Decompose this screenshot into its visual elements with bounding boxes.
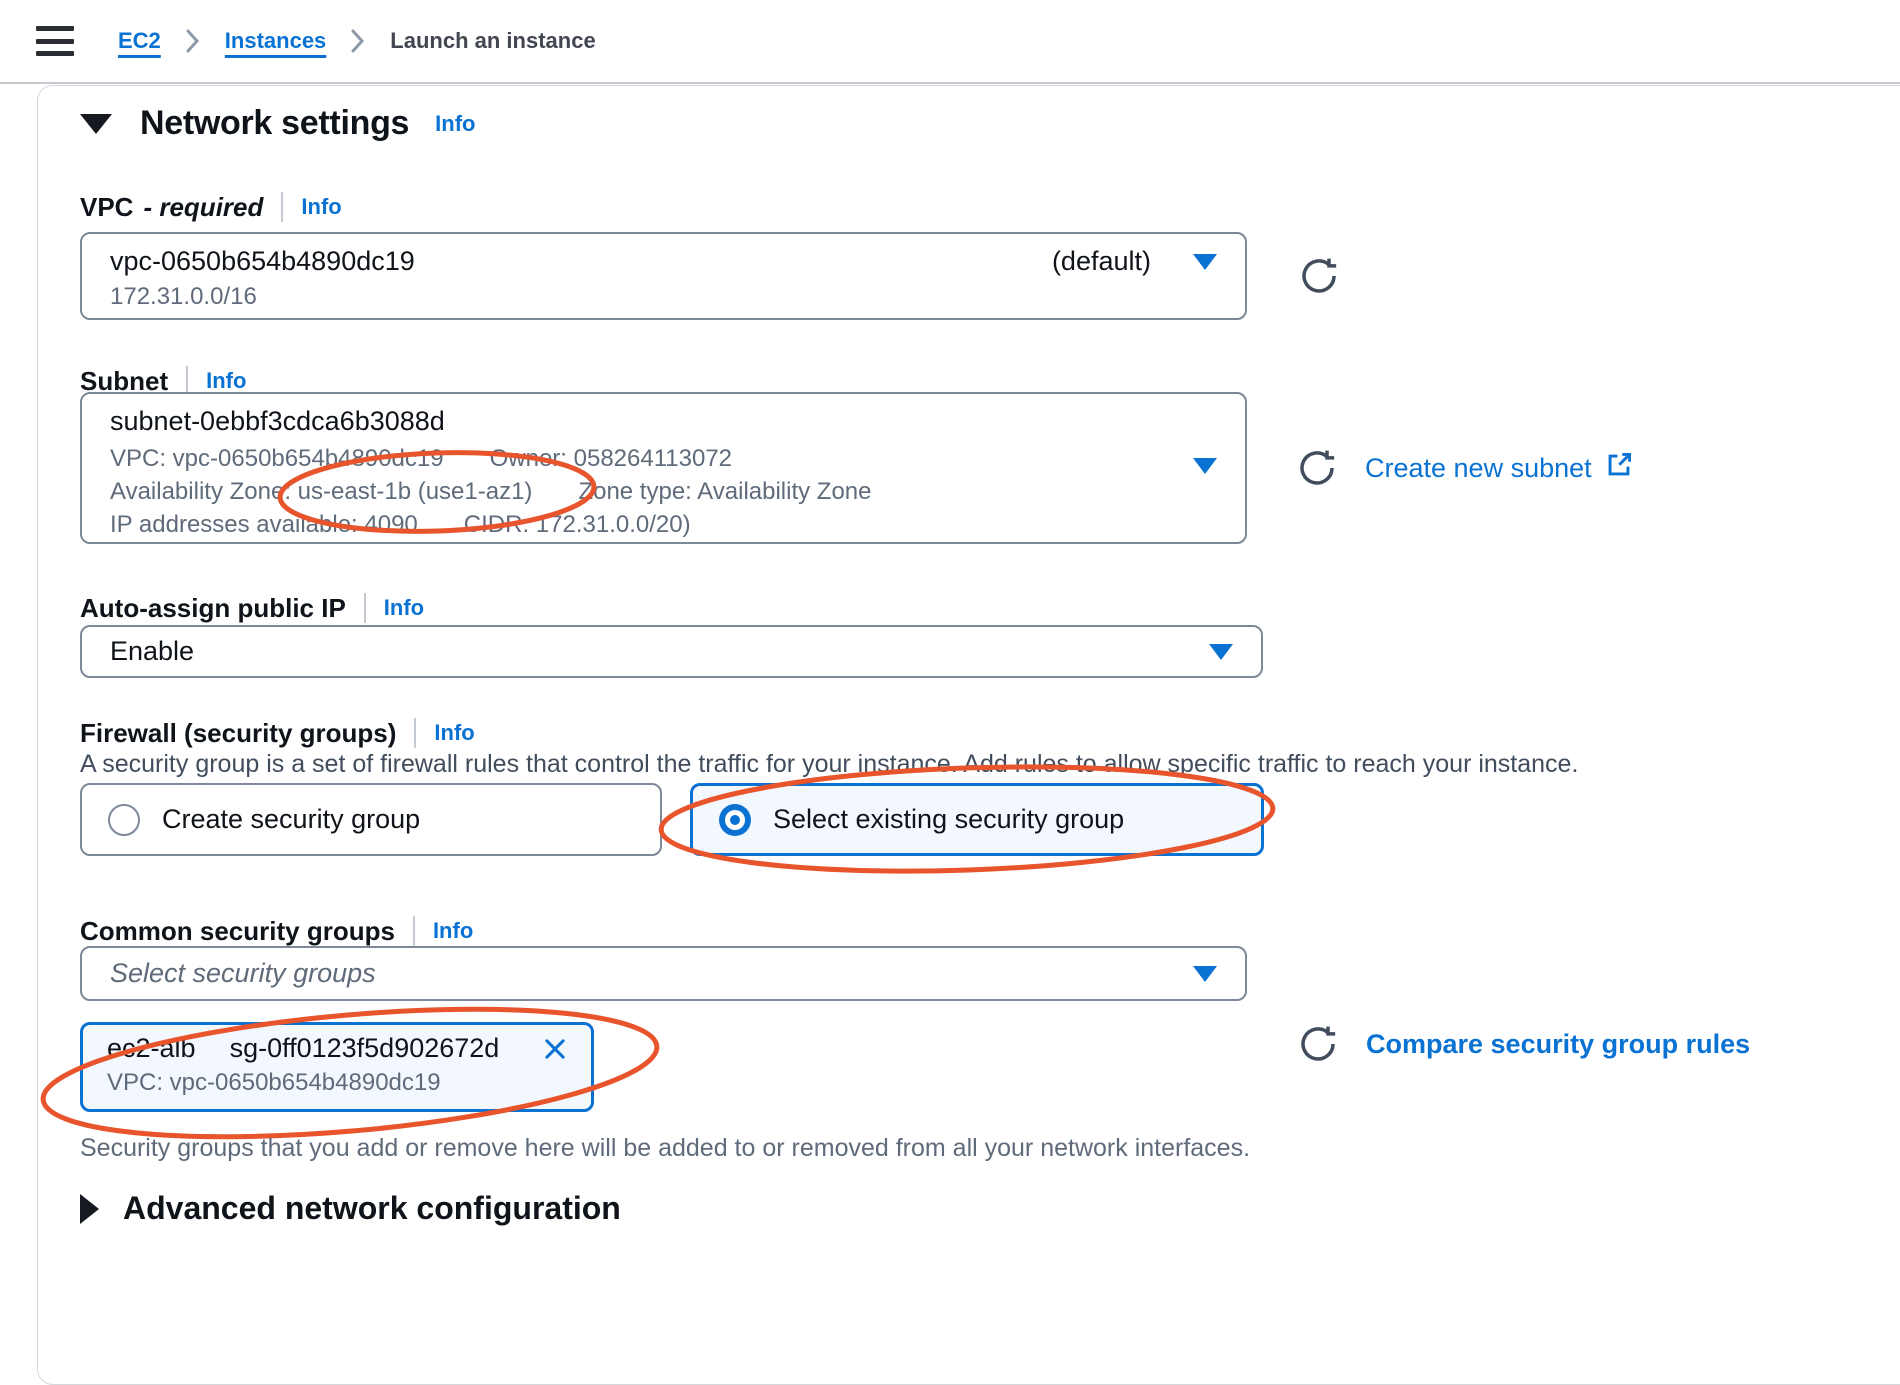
vpc-select-value: vpc-0650b654b4890dc19 — [110, 246, 415, 277]
select-existing-security-group-label: Select existing security group — [773, 804, 1124, 835]
chevron-down-icon[interactable] — [1209, 644, 1233, 660]
vpc-required-text: - required — [143, 192, 263, 223]
breadcrumb-instances-link[interactable]: Instances — [225, 28, 327, 54]
refresh-icon[interactable] — [1297, 448, 1337, 488]
firewall-description: A security group is a set of firewall ru… — [80, 750, 1578, 779]
label-divider — [281, 192, 283, 222]
breadcrumb-current-page: Launch an instance — [390, 28, 595, 54]
create-new-subnet-label: Create new subnet — [1365, 453, 1592, 484]
breadcrumb: EC2 Instances Launch an instance — [118, 28, 596, 54]
sg-helper-text: Security groups that you add or remove h… — [80, 1134, 1250, 1163]
advanced-network-title: Advanced network configuration — [123, 1190, 621, 1227]
chevron-right-icon — [185, 28, 201, 54]
auto-assign-ip-value: Enable — [110, 636, 194, 667]
section-title: Network settings — [140, 104, 409, 143]
common-sg-select[interactable]: Select security groups — [80, 946, 1247, 1001]
label-divider — [364, 593, 366, 623]
vpc-label-text: VPC — [80, 192, 133, 223]
firewall-options: Create security group Select existing se… — [80, 783, 1264, 856]
network-settings-panel: Network settings Info VPC - required Inf… — [37, 85, 1900, 1385]
subnet-select-value: subnet-0ebbf3cdca6b3088d — [110, 406, 1217, 437]
auto-assign-ip-row: Enable — [80, 625, 1263, 678]
auto-assign-ip-info-link[interactable]: Info — [384, 595, 424, 621]
vpc-row: vpc-0650b654b4890dc19 (default) 172.31.0… — [80, 232, 1339, 320]
auto-assign-ip-label-text: Auto-assign public IP — [80, 593, 346, 624]
top-navigation-bar: EC2 Instances Launch an instance — [0, 0, 1900, 82]
create-new-subnet-link[interactable]: Create new subnet — [1365, 452, 1632, 485]
auto-assign-ip-label: Auto-assign public IP Info — [80, 591, 424, 625]
firewall-info-link[interactable]: Info — [434, 720, 474, 746]
advanced-network-section[interactable]: Advanced network configuration — [80, 1190, 621, 1227]
refresh-icon[interactable] — [1298, 1024, 1338, 1064]
chevron-right-icon — [350, 28, 366, 54]
subnet-row: subnet-0ebbf3cdca6b3088d VPC: vpc-0650b6… — [80, 392, 1632, 544]
vpc-label: VPC - required Info — [80, 190, 342, 224]
selected-sg-row: ec2-alb sg-0ff0123f5d902672d VPC: vpc-06… — [80, 1022, 1750, 1112]
firewall-label: Firewall (security groups) Info — [80, 716, 475, 750]
common-sg-placeholder: Select security groups — [110, 958, 376, 989]
chevron-down-icon[interactable] — [1193, 966, 1217, 982]
subnet-detail-az: Availability Zone: us-east-1b (use1-az1) — [110, 475, 532, 508]
subnet-select[interactable]: subnet-0ebbf3cdca6b3088d VPC: vpc-0650b6… — [80, 392, 1247, 544]
sg-token-vpc: VPC: vpc-0650b654b4890dc19 — [107, 1069, 569, 1097]
subnet-detail-ips: IP addresses available: 4090 — [110, 508, 418, 541]
chevron-down-icon[interactable] — [1193, 458, 1217, 474]
breadcrumb-ec2-link[interactable]: EC2 — [118, 28, 161, 54]
firewall-label-text: Firewall (security groups) — [80, 718, 396, 749]
section-header: Network settings Info — [80, 104, 475, 143]
select-existing-security-group-option[interactable]: Select existing security group — [690, 783, 1264, 856]
common-sg-label-text: Common security groups — [80, 916, 395, 947]
vpc-default-badge: (default) — [1052, 246, 1151, 277]
create-security-group-option[interactable]: Create security group — [80, 783, 662, 856]
refresh-icon[interactable] — [1299, 256, 1339, 296]
compare-sg-rules-link[interactable]: Compare security group rules — [1366, 1029, 1750, 1060]
subnet-info-link[interactable]: Info — [206, 368, 246, 394]
subnet-detail-owner: Owner: 058264113072 — [490, 442, 732, 475]
dismiss-token-icon[interactable] — [541, 1035, 569, 1063]
label-divider — [413, 916, 415, 946]
sg-token-name: ec2-alb — [107, 1033, 196, 1064]
vpc-select-cidr: 172.31.0.0/16 — [110, 283, 1217, 311]
hamburger-menu-icon[interactable] — [36, 26, 74, 56]
auto-assign-ip-select[interactable]: Enable — [80, 625, 1263, 678]
label-divider — [414, 718, 416, 748]
chevron-down-icon[interactable] — [1193, 254, 1217, 270]
section-info-link[interactable]: Info — [435, 111, 475, 137]
subnet-detail-zone-type: Zone type: Availability Zone — [578, 475, 871, 508]
common-sg-row: Select security groups — [80, 946, 1247, 1001]
vpc-select[interactable]: vpc-0650b654b4890dc19 (default) 172.31.0… — [80, 232, 1247, 320]
radio-selected-icon[interactable] — [719, 804, 751, 836]
external-link-icon — [1606, 452, 1632, 485]
sg-token-id: sg-0ff0123f5d902672d — [230, 1033, 500, 1064]
subnet-detail-cidr: CIDR: 172.31.0.0/20) — [464, 508, 691, 541]
header-divider — [0, 82, 1900, 84]
create-security-group-label: Create security group — [162, 804, 420, 835]
expand-triangle-icon[interactable] — [80, 1194, 99, 1224]
collapse-triangle-icon[interactable] — [80, 114, 112, 134]
subnet-detail-vpc: VPC: vpc-0650b654b4890dc19 — [110, 442, 444, 475]
common-sg-label: Common security groups Info — [80, 914, 473, 948]
vpc-info-link[interactable]: Info — [301, 194, 341, 220]
radio-unselected-icon[interactable] — [108, 804, 140, 836]
security-group-token: ec2-alb sg-0ff0123f5d902672d VPC: vpc-06… — [80, 1022, 594, 1112]
common-sg-info-link[interactable]: Info — [433, 918, 473, 944]
